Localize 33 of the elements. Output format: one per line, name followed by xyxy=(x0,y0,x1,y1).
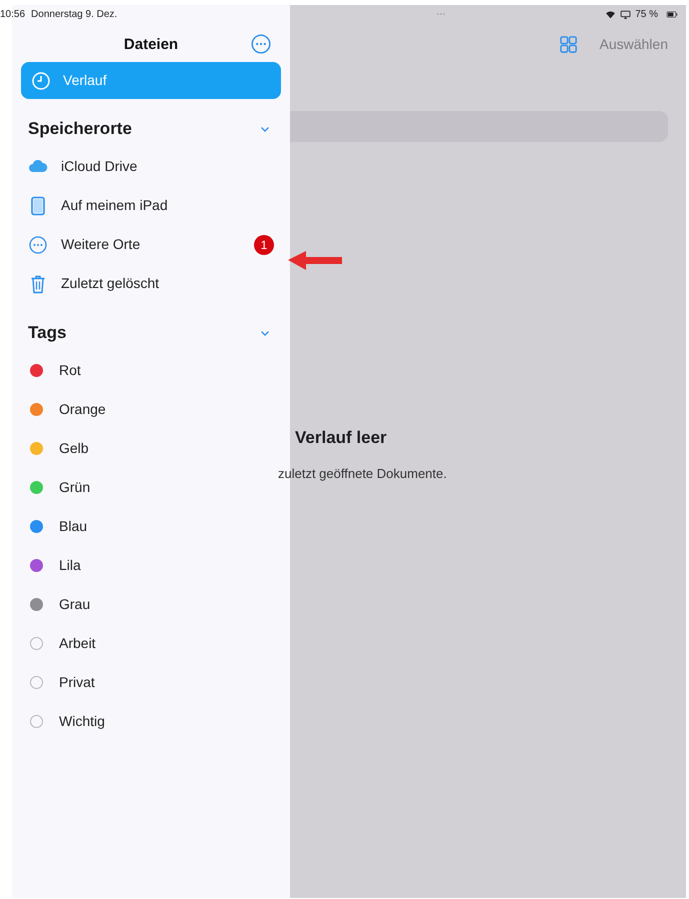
sidebar-item[interactable]: Zuletzt gelöscht xyxy=(21,264,281,303)
sidebar-item[interactable]: Privat xyxy=(21,663,281,702)
sidebar-item[interactable]: Blau xyxy=(21,507,281,546)
sidebar-item[interactable]: Lila xyxy=(21,546,281,585)
sidebar-item[interactable]: Gelb xyxy=(21,429,281,468)
sidebar-item[interactable]: Auf meinem iPad xyxy=(21,186,281,225)
sidebar-item[interactable]: Weitere Orte 1 xyxy=(21,225,281,264)
annotation-arrow xyxy=(288,250,342,270)
grid-icon xyxy=(558,34,578,54)
sidebar-item[interactable]: Grau xyxy=(21,585,281,624)
empty-state-title: Verlauf leer xyxy=(295,427,388,449)
notification-badge: 1 xyxy=(254,234,274,254)
sidebar-item[interactable]: Rot xyxy=(21,351,281,390)
section-heading: Speicherorte xyxy=(28,118,132,140)
sidebar-item[interactable]: iCloud Drive xyxy=(21,147,281,186)
search-field[interactable] xyxy=(290,111,668,142)
status-date: Donnerstag 9. Dez. xyxy=(31,8,118,22)
section-heading: Tags xyxy=(28,322,66,344)
tablet-icon xyxy=(28,196,48,216)
clock-icon xyxy=(31,70,51,90)
battery-percentage: 75 % xyxy=(635,8,658,22)
screen-mirroring-icon xyxy=(620,8,632,20)
sidebar-item[interactable]: Orange xyxy=(21,390,281,429)
more-icon xyxy=(28,234,48,254)
grid-view-button[interactable] xyxy=(558,34,578,54)
sidebar-item[interactable]: Arbeit xyxy=(21,624,281,663)
status-time: 10:56 xyxy=(0,8,26,22)
sidebar-title: Dateien xyxy=(124,34,178,55)
sidebar-item[interactable]: Wichtig xyxy=(21,702,281,741)
empty-state-message: zuletzt geöffnete Dokumente. xyxy=(278,464,448,483)
more-icon xyxy=(250,33,272,55)
wifi-icon xyxy=(605,8,616,20)
more-options-button[interactable] xyxy=(250,33,272,55)
